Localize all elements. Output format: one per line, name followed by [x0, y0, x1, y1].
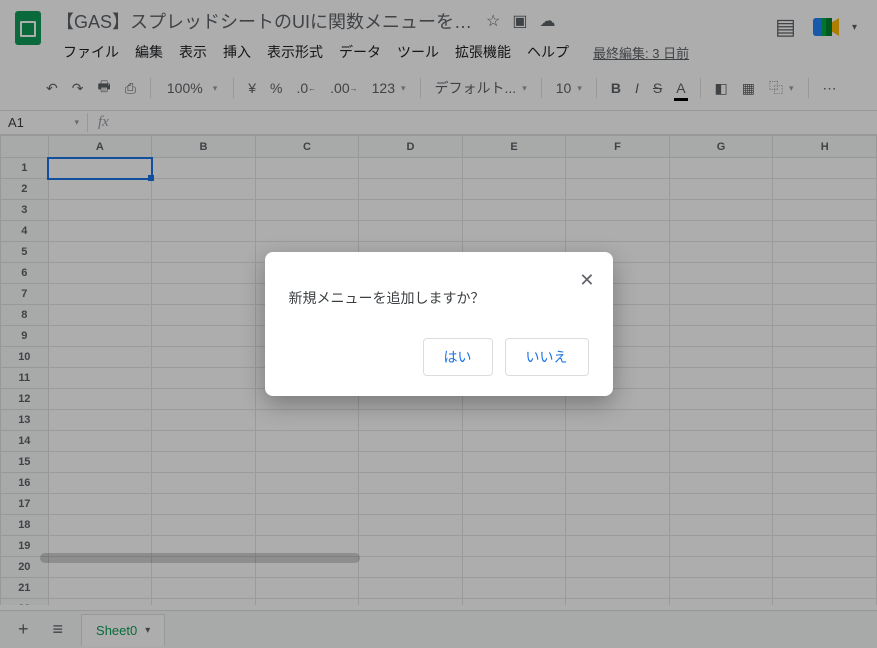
close-icon[interactable]: ✕ [579, 270, 594, 291]
confirm-dialog: ✕ 新規メニューを追加しますか？ はい いいえ [265, 252, 613, 396]
no-button[interactable]: いいえ [505, 338, 589, 376]
modal-scrim: ✕ 新規メニューを追加しますか？ はい いいえ [0, 0, 877, 648]
dialog-message: 新規メニューを追加しますか？ [289, 288, 589, 308]
yes-button[interactable]: はい [423, 338, 493, 376]
